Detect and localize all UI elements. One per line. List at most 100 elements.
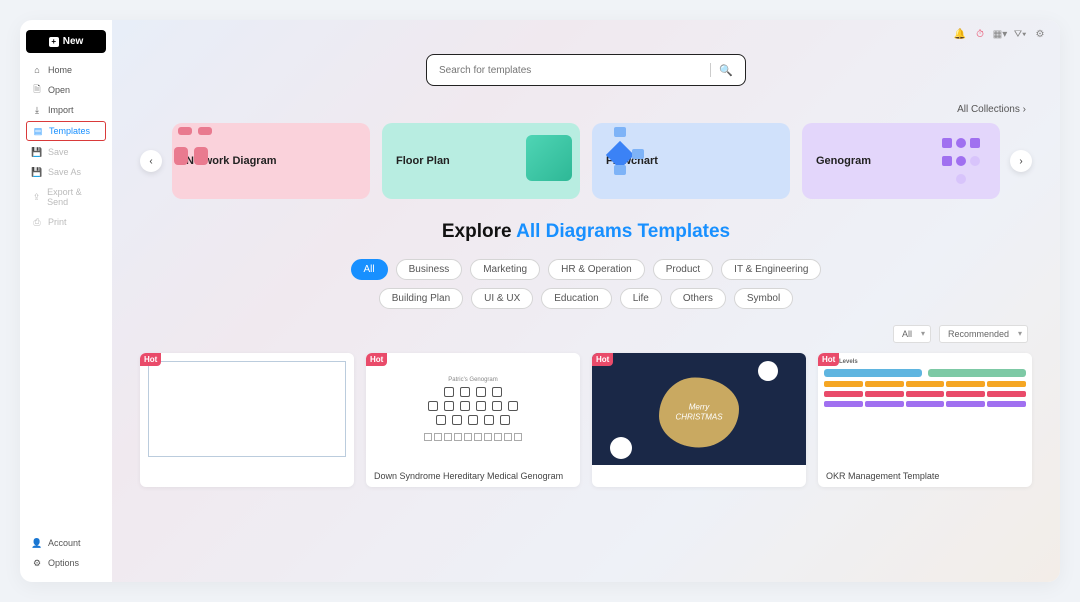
clock-icon[interactable]: ⏱ [974, 28, 986, 40]
grid-icon[interactable]: ▦▾ [994, 28, 1006, 40]
category-card-floor-plan[interactable]: Floor Plan [382, 123, 580, 199]
hot-badge: Hot [366, 353, 387, 366]
template-thumbnail: Merry CHRISTMAS [592, 353, 806, 465]
template-grid: Hot Hot Patric's Genogram Down Syndrome … [140, 353, 1032, 487]
category-label: Floor Plan [396, 154, 450, 168]
template-title: OKR Management Template [818, 465, 1032, 487]
divider [710, 63, 711, 77]
carousel-next[interactable]: › [1010, 150, 1032, 172]
template-card[interactable]: Hot Merry CHRISTMAS [592, 353, 806, 487]
template-card[interactable]: Hot Patric's Genogram Down Syndrome Here… [366, 353, 580, 487]
sidebar-item-print[interactable]: ⎙ Print [26, 213, 106, 231]
gear-icon: ⚙ [32, 558, 42, 568]
home-icon: ⌂ [32, 65, 42, 75]
user-icon: 👤 [32, 538, 42, 548]
sidebar-item-label: Account [48, 538, 81, 548]
sort-select[interactable]: Recommended [939, 325, 1028, 343]
sidebar-item-label: Save As [48, 167, 81, 177]
sidebar-item-label: Save [48, 147, 69, 157]
network-diagram-icon [172, 123, 222, 173]
new-button[interactable]: + New [26, 30, 106, 53]
category-label: Genogram [816, 154, 871, 168]
sidebar-item-options[interactable]: ⚙ Options [26, 554, 106, 572]
filter-pill-marketing[interactable]: Marketing [470, 259, 540, 280]
filter-pill-symbol[interactable]: Symbol [734, 288, 793, 309]
category-card-flowchart[interactable]: Flowchart [592, 123, 790, 199]
filter-pill-ui-ux[interactable]: UI & UX [471, 288, 533, 309]
sidebar-item-templates[interactable]: ▤ Templates [26, 121, 106, 141]
sidebar: + New ⌂ Home 🗎 Open ⤓ Import ▤ Templates… [20, 20, 112, 582]
export-icon: ⇪ [32, 192, 41, 202]
all-collections-label: All Collections [957, 104, 1020, 115]
topbar: 🔔 ⏱ ▦▾ ⛛▾ ⚙ [954, 28, 1046, 40]
explore-prefix: Explore [442, 221, 516, 242]
hot-badge: Hot [592, 353, 613, 366]
sidebar-item-label: Open [48, 85, 70, 95]
sidebar-item-label: Export & Send [47, 187, 100, 207]
category-card-genogram[interactable]: Genogram [802, 123, 1000, 199]
greeting-line1: Merry [689, 403, 709, 413]
sidebar-item-label: Templates [49, 126, 90, 136]
template-title: Down Syndrome Hereditary Medical Genogra… [366, 465, 580, 487]
filter-pill-it-engineering[interactable]: IT & Engineering [721, 259, 821, 280]
filter-pill-life[interactable]: Life [620, 288, 662, 309]
search-wrap: 🔍 [140, 54, 1032, 86]
sort-row: All Recommended [140, 325, 1032, 343]
template-icon: ▤ [33, 126, 43, 136]
template-thumbnail [140, 353, 354, 465]
settings-icon[interactable]: ⚙ [1034, 28, 1046, 40]
template-thumbnail: OKR Levels [818, 353, 1032, 465]
template-card[interactable]: Hot OKR Levels OKR Management Template [818, 353, 1032, 487]
search-input[interactable] [439, 65, 702, 76]
sidebar-item-home[interactable]: ⌂ Home [26, 61, 106, 79]
save-icon: 💾 [32, 147, 42, 157]
save-as-icon: 💾 [32, 167, 42, 177]
filter-pill-building-plan[interactable]: Building Plan [379, 288, 463, 309]
print-icon: ⎙ [32, 217, 42, 227]
flowchart-icon [592, 123, 642, 173]
new-button-label: New [63, 36, 84, 47]
plus-icon: + [49, 37, 59, 47]
content: 🔍 All Collections › ‹ Network Diagram [112, 20, 1060, 582]
hot-badge: Hot [140, 353, 161, 366]
carousel-prev[interactable]: ‹ [140, 150, 162, 172]
sidebar-item-save-as[interactable]: 💾 Save As [26, 163, 106, 181]
filter-pill-product[interactable]: Product [653, 259, 713, 280]
sidebar-item-label: Import [48, 105, 74, 115]
filter-pill-hr-operation[interactable]: HR & Operation [548, 259, 645, 280]
sidebar-item-label: Print [48, 217, 67, 227]
search-icon[interactable]: 🔍 [719, 64, 733, 77]
sidebar-item-open[interactable]: 🗎 Open [26, 81, 106, 99]
floor-plan-icon [526, 135, 572, 181]
bell-icon[interactable]: 🔔 [954, 28, 966, 40]
sidebar-item-label: Home [48, 65, 72, 75]
funnel-icon[interactable]: ⛛▾ [1014, 28, 1026, 40]
template-thumbnail: Patric's Genogram [366, 353, 580, 465]
search-box[interactable]: 🔍 [426, 54, 746, 86]
file-icon: 🗎 [32, 85, 42, 95]
filter-pills: All Business Marketing HR & Operation Pr… [306, 259, 866, 309]
template-card[interactable]: Hot [140, 353, 354, 487]
greeting-line2: CHRISTMAS [675, 413, 722, 423]
filter-pill-education[interactable]: Education [541, 288, 611, 309]
explore-heading: Explore All Diagrams Templates [140, 221, 1032, 243]
genogram-icon [936, 136, 986, 186]
sidebar-item-import[interactable]: ⤓ Import [26, 101, 106, 119]
sidebar-item-export-send[interactable]: ⇪ Export & Send [26, 183, 106, 211]
category-card-network-diagram[interactable]: Network Diagram [172, 123, 370, 199]
category-carousel: ‹ Network Diagram Floor Plan [140, 123, 1032, 199]
import-icon: ⤓ [32, 105, 42, 115]
sidebar-item-account[interactable]: 👤 Account [26, 534, 106, 552]
explore-highlight: All Diagrams Templates [516, 221, 730, 242]
all-collections-link[interactable]: All Collections › [140, 104, 1032, 115]
filter-pill-business[interactable]: Business [396, 259, 463, 280]
filter-pill-all[interactable]: All [351, 259, 388, 280]
sidebar-item-save[interactable]: 💾 Save [26, 143, 106, 161]
filter-pill-others[interactable]: Others [670, 288, 726, 309]
chevron-right-icon: › [1023, 104, 1026, 115]
app-window: + New ⌂ Home 🗎 Open ⤓ Import ▤ Templates… [20, 20, 1060, 582]
sidebar-item-label: Options [48, 558, 79, 568]
main-panel: 🔔 ⏱ ▦▾ ⛛▾ ⚙ 🔍 All Collections › ‹ [112, 20, 1060, 582]
hot-badge: Hot [818, 353, 839, 366]
filter-select[interactable]: All [893, 325, 931, 343]
